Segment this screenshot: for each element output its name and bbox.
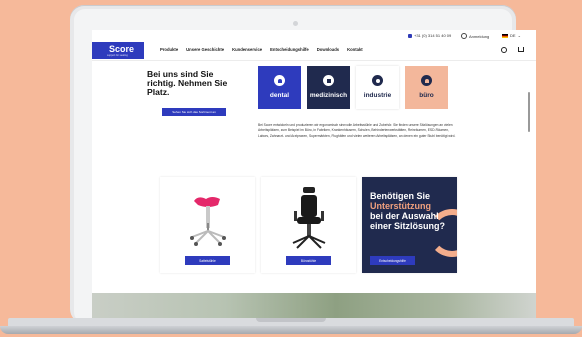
laptop-base: [0, 318, 582, 337]
cart-icon[interactable]: [518, 47, 524, 52]
logo-tagline: support for seating: [107, 54, 128, 57]
tile-label: büro: [419, 92, 434, 99]
main-nav: Score support for seating Produkte Unser…: [92, 42, 536, 61]
score-logo[interactable]: Score support for seating: [92, 42, 144, 59]
office-chair-icon: [421, 75, 432, 86]
category-tiles: dental medizinisch industrie büro: [258, 66, 448, 109]
tile-buero[interactable]: büro: [405, 66, 448, 109]
language-selector[interactable]: DE ⌄: [502, 33, 521, 38]
medical-cross-icon: [323, 75, 334, 86]
office-chairs-button[interactable]: Bürostühle: [286, 256, 331, 265]
tile-industrie[interactable]: industrie: [356, 66, 399, 109]
saddle-chairs-button[interactable]: Sattelstühle: [185, 256, 230, 265]
decision-help-button[interactable]: Entscheidungshilfe: [370, 256, 415, 265]
tile-dental[interactable]: dental: [258, 66, 301, 109]
footer-photo-strip: [92, 293, 536, 318]
tile-label: industrie: [363, 92, 392, 99]
nav-item-geschichte[interactable]: Unsere Geschichte: [186, 47, 224, 52]
decision-help-title: Benötigen Sie Unterstützung bei der Auswah…: [370, 191, 446, 231]
laptop-notch: [256, 318, 326, 322]
office-chair-image: [292, 187, 326, 249]
nav-actions: [501, 47, 524, 53]
card-decision-help: Benötigen Sie Unterstützung bei der Auswah…: [362, 177, 457, 273]
phone-link[interactable]: +31 (0) 314 51 40 09: [408, 33, 451, 38]
chevron-down-icon: ⌄: [517, 33, 521, 38]
language-label: DE: [510, 33, 516, 38]
tile-medizinisch[interactable]: medizinisch: [307, 66, 350, 109]
webcam-icon: [293, 21, 298, 26]
intro-text: Bei Score entwickeln und produzieren wir…: [258, 123, 456, 138]
browse-range-button[interactable]: Sehen Sie sich das Sortiment an: [162, 108, 226, 116]
login-link[interactable]: Anmeldung: [461, 33, 489, 39]
nav-item-kundenservice[interactable]: Kundenservice: [232, 47, 262, 52]
search-icon[interactable]: [501, 47, 507, 53]
nav-item-entscheidungshilfe[interactable]: Entscheidungshilfe: [270, 47, 309, 52]
utility-bar: +31 (0) 314 51 40 09 Anmeldung DE ⌄: [92, 30, 536, 41]
card-office-chairs: Bürostühle: [261, 177, 356, 273]
gear-icon: [372, 75, 383, 86]
nav-item-downloads[interactable]: Downloads: [317, 47, 339, 52]
website-screen: +31 (0) 314 51 40 09 Anmeldung DE ⌄ Scor…: [92, 30, 536, 318]
card-saddle-chairs: Sattelstühle: [160, 177, 255, 273]
laptop-base-bottom: [0, 326, 582, 334]
page-scrollbar[interactable]: [528, 92, 530, 132]
tile-label: dental: [269, 92, 290, 99]
hero-title: Bei uns sind Sie richtig. Nehmen Sie Pla…: [147, 69, 228, 97]
logo-wordmark: Score: [109, 44, 135, 54]
phone-icon: [408, 33, 412, 38]
phone-number: +31 (0) 314 51 40 09: [414, 33, 452, 38]
nav-item-kontakt[interactable]: Kontakt: [347, 47, 363, 52]
tile-label: medizinisch: [309, 92, 348, 99]
product-cards: Sattelstühle Bürostühle Benötigen Sie Unt…: [160, 177, 457, 273]
nav-links: Produkte Unsere Geschichte Kundenservice…: [160, 47, 363, 52]
saddle-chair-image: [190, 197, 226, 246]
user-icon: [461, 33, 467, 39]
german-flag-icon: [502, 33, 508, 38]
nav-item-produkte[interactable]: Produkte: [160, 47, 178, 52]
login-label: Anmeldung: [469, 33, 490, 39]
tooth-icon: [274, 75, 285, 86]
